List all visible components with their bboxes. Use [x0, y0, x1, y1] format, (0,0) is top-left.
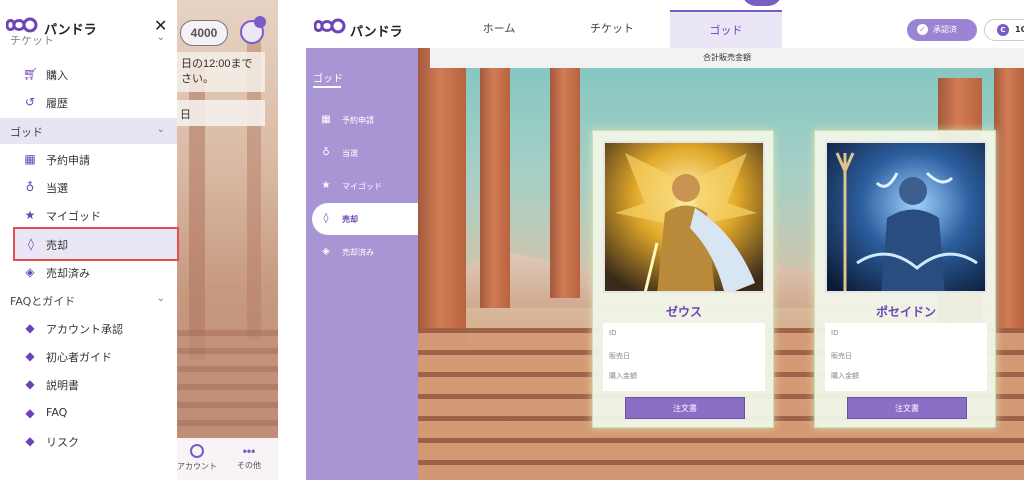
- total-sales-bar: 合計販売金額: [430, 48, 1024, 68]
- sidebar-item-won[interactable]: ♁ 当選: [306, 137, 418, 169]
- drawer-item-my-god[interactable]: ★ マイゴッド: [0, 201, 177, 229]
- temple-background: 合計販売金額 ゼウス ID 販売日 購入金額 注文書 ポセイドン ID 販売日 …: [418, 48, 1024, 480]
- check-icon: ✓: [917, 24, 928, 35]
- drawer-item-faq[interactable]: ◆ FAQ: [0, 399, 177, 427]
- pandora-logo-icon[interactable]: [313, 17, 346, 39]
- diamond-icon: ◆: [25, 377, 35, 391]
- section-ticket[interactable]: チケット ⌄: [0, 36, 177, 54]
- drawer-item-sell[interactable]: ◊ 売却: [13, 227, 179, 261]
- drawer-item-won[interactable]: ♁ 当選: [0, 173, 177, 201]
- sidebar-item-reservation[interactable]: ▦ 予約申請: [306, 104, 418, 136]
- bottom-nav-label: アカウント: [177, 462, 217, 471]
- sidebar-title-underline: [313, 86, 341, 88]
- star-icon: ★: [24, 208, 36, 222]
- tab-home[interactable]: ホーム: [443, 10, 555, 48]
- history-icon: ↺: [24, 95, 36, 109]
- desktop-screen: パンドラ ホーム チケット ゴッド ✓ 承認済 C 1C ゴッド ▦ 予約申請 …: [306, 0, 1024, 480]
- active-tab-indicator: [742, 0, 782, 6]
- drawer-item-risk[interactable]: ◆ リスク: [0, 427, 177, 455]
- pandora-logo-icon: [5, 16, 38, 38]
- god-sidebar: ゴッド ▦ 予約申請 ♁ 当選 ★ マイゴッド ◊ 売却 ◈ 売却済み: [306, 48, 418, 480]
- background-column: [550, 68, 580, 298]
- drawer-item-purchase[interactable]: 🛒︎ 購入: [0, 60, 177, 88]
- close-icon[interactable]: ✕: [154, 16, 167, 35]
- field-purchase-amount: 購入金額: [831, 372, 859, 380]
- tab-ticket[interactable]: チケット: [556, 10, 668, 48]
- poseidon-artwork: [825, 141, 987, 293]
- star-icon: ★: [321, 180, 331, 191]
- mobile-screen: 4000 日の12:00まで さい。 日 アカウント ••• その他 パンドラ …: [0, 0, 278, 480]
- drawer-item-manual[interactable]: ◆ 説明書: [0, 370, 177, 398]
- bottom-nav-label: その他: [237, 461, 261, 470]
- header-brand[interactable]: パンドラ: [350, 21, 403, 40]
- avatar-badge: [254, 16, 266, 28]
- coin-icon: C: [997, 24, 1009, 36]
- background-column: [480, 68, 510, 308]
- drawer-item-account-approval[interactable]: ◆ アカウント承認: [0, 314, 177, 342]
- god-details: ID 販売日 購入金額: [603, 323, 765, 391]
- field-id: ID: [831, 329, 839, 337]
- order-button[interactable]: 注文書: [625, 397, 745, 419]
- diamond-icon: ◆: [25, 406, 35, 420]
- account-icon: [190, 444, 204, 458]
- notice-text: 日の12:00まで さい。: [177, 52, 265, 92]
- notice-box: 日: [177, 100, 265, 126]
- god-details: ID 販売日 購入金額: [825, 323, 987, 391]
- top-header: パンドラ ホーム チケット ゴッド ✓ 承認済 C 1C: [306, 0, 1024, 48]
- field-sale-date: 販売日: [831, 352, 852, 360]
- sidebar-title: ゴッド: [313, 74, 343, 85]
- field-purchase-amount: 購入金額: [609, 372, 637, 380]
- approved-badge[interactable]: ✓ 承認済: [907, 19, 977, 41]
- god-name: ポセイドン: [875, 305, 936, 319]
- award-icon: ♁: [322, 147, 330, 158]
- drawer-item-sold[interactable]: ◈ 売却済み: [0, 258, 177, 286]
- cart-icon: 🛒︎: [23, 67, 39, 81]
- tags-icon: ◈: [322, 246, 330, 257]
- nav-drawer: パンドラ ✕ チケット ⌄ 🛒︎ 購入 ↺ 履歴 ゴッド ⌄ ▦ 予約申請 ♁ …: [0, 0, 179, 480]
- chevron-down-icon: ⌄: [156, 36, 165, 43]
- diamond-icon: ◆: [25, 321, 35, 335]
- points-pill[interactable]: 4000: [180, 20, 228, 46]
- god-name: ゼウス: [665, 305, 702, 319]
- award-icon: ♁: [25, 180, 35, 194]
- more-icon: •••: [242, 444, 256, 458]
- calendar-icon: ▦: [24, 152, 36, 166]
- zeus-artwork: [603, 141, 765, 293]
- drawer-item-beginner-guide[interactable]: ◆ 初心者ガイド: [0, 342, 177, 370]
- sidebar-item-my-god[interactable]: ★ マイゴッド: [306, 170, 418, 202]
- tag-icon: ◊: [323, 213, 329, 224]
- diamond-icon: ◆: [25, 434, 35, 448]
- calendar-icon: ▦: [321, 114, 331, 125]
- section-faq[interactable]: FAQとガイド ⌄: [0, 287, 177, 313]
- drawer-item-history[interactable]: ↺ 履歴: [0, 88, 177, 116]
- coin-balance-button[interactable]: C 1C: [984, 19, 1024, 41]
- background-column: [418, 48, 466, 348]
- order-button[interactable]: 注文書: [847, 397, 967, 419]
- diamond-icon: ◆: [25, 349, 35, 363]
- bottom-nav: アカウント ••• その他: [177, 438, 278, 480]
- sidebar-item-sold[interactable]: ◈ 売却済み: [306, 236, 418, 268]
- drawer-item-reservation[interactable]: ▦ 予約申請: [0, 145, 177, 173]
- tag-icon: ◊: [28, 237, 34, 251]
- background-stairs: [177, 330, 278, 440]
- god-card-zeus: ゼウス ID 販売日 購入金額 注文書: [592, 130, 774, 428]
- chevron-down-icon: ⌄: [156, 124, 165, 135]
- field-sale-date: 販売日: [609, 352, 630, 360]
- bottom-nav-more[interactable]: ••• その他: [229, 444, 269, 471]
- tags-icon: ◈: [25, 265, 35, 279]
- bottom-nav-account[interactable]: アカウント: [177, 444, 217, 472]
- background-column: [994, 68, 1024, 368]
- field-id: ID: [609, 329, 617, 337]
- god-card-poseidon: ポセイドン ID 販売日 購入金額 注文書: [814, 130, 996, 428]
- sidebar-item-sell[interactable]: ◊ 売却: [312, 203, 418, 235]
- tab-god[interactable]: ゴッド: [670, 10, 782, 48]
- chevron-down-icon: ⌄: [156, 293, 165, 304]
- section-god[interactable]: ゴッド ⌄: [0, 118, 177, 144]
